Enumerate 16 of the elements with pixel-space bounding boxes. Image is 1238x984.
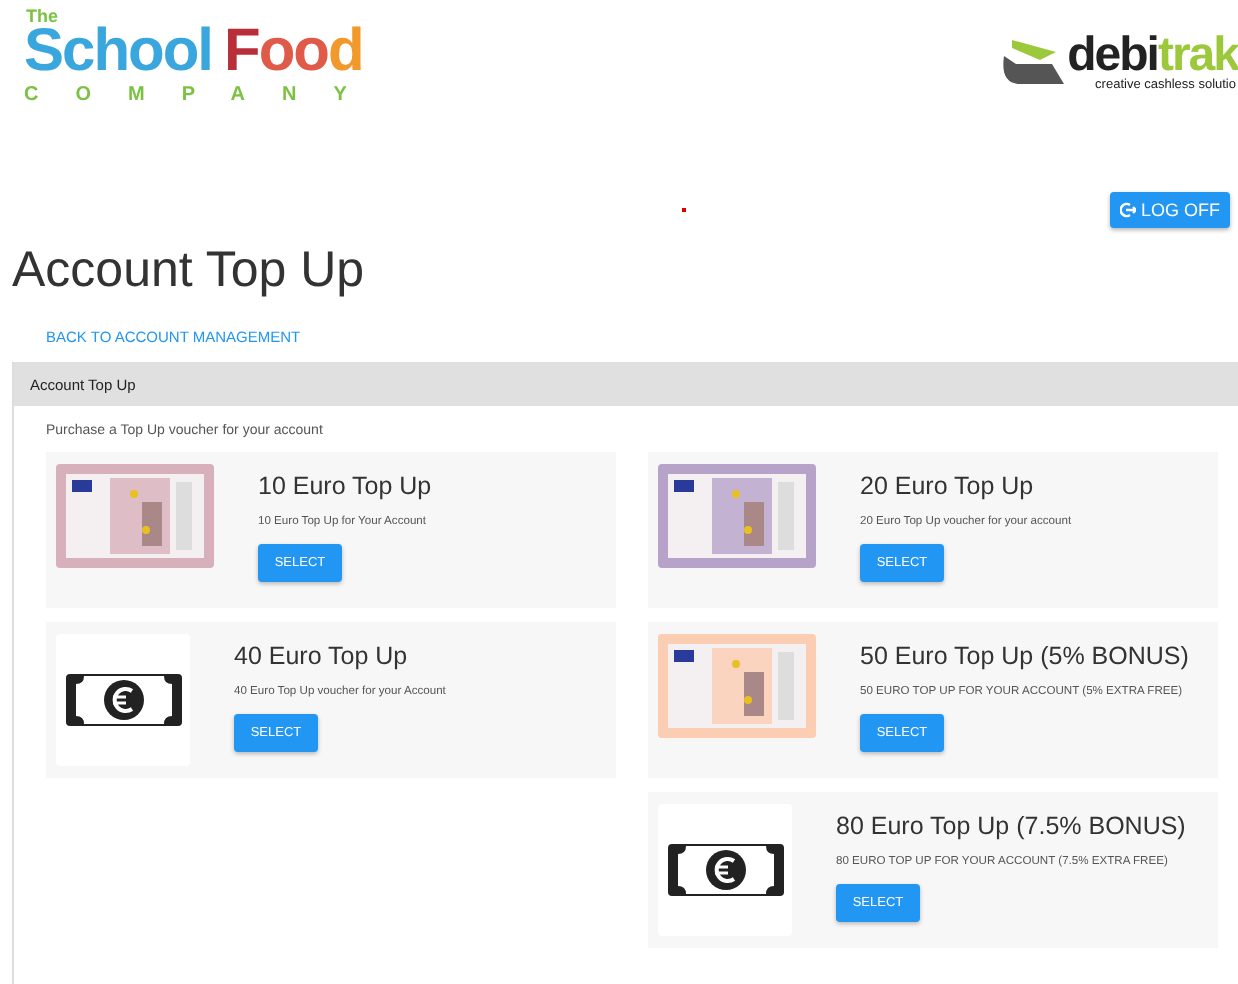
logo-text: School bbox=[24, 22, 213, 82]
card-title: 10 Euro Top Up bbox=[258, 472, 432, 500]
card-title: 40 Euro Top Up bbox=[234, 642, 410, 670]
logo-text: d bbox=[328, 22, 363, 82]
logo-text: COMPANY bbox=[24, 86, 384, 106]
log-out-icon bbox=[1120, 202, 1137, 218]
card-title: 80 Euro Top Up (7.5% BONUS) bbox=[836, 812, 1186, 840]
log-off-button[interactable]: LOG OFF bbox=[1110, 192, 1230, 228]
logo-text: The bbox=[26, 8, 61, 26]
logo-text: F bbox=[224, 22, 259, 82]
card-title: 50 Euro Top Up (5% BONUS) bbox=[860, 642, 1189, 670]
banknote-picture bbox=[658, 804, 792, 936]
logo-text: oo bbox=[258, 22, 328, 82]
banknote-picture bbox=[56, 634, 190, 766]
card-title: 20 Euro Top Up bbox=[860, 472, 1036, 500]
page-title: Account Top Up bbox=[12, 240, 367, 302]
